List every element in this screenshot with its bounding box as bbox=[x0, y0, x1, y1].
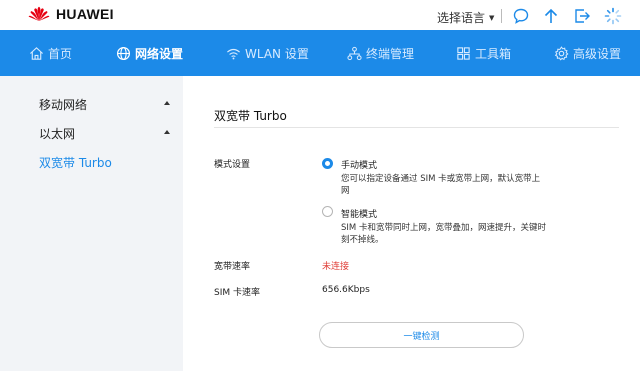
home-icon bbox=[30, 46, 43, 60]
broadband-speed-value: 未连接 bbox=[322, 262, 350, 272]
nav-advanced-settings-label: 高级设置 bbox=[573, 46, 622, 61]
loading-spinner-icon[interactable] bbox=[604, 7, 622, 25]
manual-mode-title[interactable]: 手动模式 bbox=[341, 158, 377, 171]
nav-home-label: 首页 bbox=[48, 46, 73, 61]
message-icon[interactable] bbox=[512, 7, 530, 25]
nav-toolbox-label: 工具箱 bbox=[475, 46, 512, 61]
nav-toolbox[interactable]: 工具箱 bbox=[456, 30, 511, 76]
manual-mode-radio[interactable] bbox=[322, 158, 333, 169]
huawei-logo[interactable]: HUAWEI bbox=[28, 6, 114, 22]
main-panel: 双宽带 Turbo 模式设置 手动模式 您可以指定设备通过 SIM 卡或宽带上网… bbox=[183, 76, 640, 371]
devices-icon bbox=[347, 46, 362, 60]
nav-network-settings[interactable]: 网络设置 bbox=[116, 30, 183, 76]
manual-mode-description: 您可以指定设备通过 SIM 卡或宽带上网，默认宽带上网 bbox=[341, 174, 541, 196]
broadband-speed-label: 宽带速率 bbox=[214, 262, 251, 272]
sidebar: 移动网络 以太网 双宽带 Turbo bbox=[28, 76, 183, 371]
nav-network-settings-label: 网络设置 bbox=[135, 46, 184, 61]
brand-name: HUAWEI bbox=[56, 6, 114, 22]
caret-down-icon: ▼ bbox=[489, 13, 495, 22]
language-label: 选择语言 bbox=[437, 11, 486, 25]
sidebar-item-mobile-network[interactable]: 移动网络 bbox=[39, 96, 87, 113]
header-divider bbox=[501, 9, 502, 23]
huawei-flower-icon bbox=[28, 6, 50, 21]
toolbox-icon bbox=[457, 46, 470, 60]
logout-icon[interactable] bbox=[573, 7, 591, 25]
mode-setting-label: 模式设置 bbox=[214, 160, 251, 170]
wifi-icon bbox=[227, 48, 240, 59]
nav-device-management[interactable]: 终端管理 bbox=[347, 30, 414, 76]
globe-icon bbox=[116, 46, 131, 60]
upload-arrow-icon[interactable] bbox=[542, 7, 560, 25]
smart-mode-title[interactable]: 智能模式 bbox=[341, 207, 377, 220]
language-selector[interactable]: 选择语言 ▼ bbox=[437, 9, 494, 26]
nav-wlan-settings-label: WLAN 设置 bbox=[245, 46, 309, 61]
sim-speed-value: 656.6Kbps bbox=[322, 285, 370, 295]
sidebar-item-ethernet[interactable]: 以太网 bbox=[39, 125, 75, 142]
nav-device-management-label: 终端管理 bbox=[366, 46, 415, 61]
main-nav: 首页 网络设置 WLAN 设置 终端管理 工具箱 高级设置 bbox=[0, 30, 640, 76]
sim-speed-label: SIM 卡速率 bbox=[214, 288, 260, 298]
gear-icon bbox=[554, 45, 569, 60]
title-divider bbox=[214, 127, 619, 128]
nav-home[interactable]: 首页 bbox=[29, 30, 72, 76]
sidebar-item-dual-broadband-turbo[interactable]: 双宽带 Turbo bbox=[39, 154, 112, 171]
top-header: HUAWEI 选择语言 ▼ bbox=[0, 0, 640, 30]
nav-advanced-settings[interactable]: 高级设置 bbox=[554, 30, 621, 76]
caret-up-icon[interactable] bbox=[164, 101, 170, 105]
smart-mode-description: SIM 卡和宽带同时上网，宽带叠加，网速提升，关键时刻不掉线。 bbox=[341, 223, 546, 245]
nav-wlan-settings[interactable]: WLAN 设置 bbox=[226, 30, 309, 76]
caret-up-icon[interactable] bbox=[164, 130, 170, 134]
page-title: 双宽带 Turbo bbox=[214, 109, 287, 123]
one-click-check-button[interactable]: 一键检测 bbox=[319, 322, 524, 348]
smart-mode-radio[interactable] bbox=[322, 206, 333, 217]
